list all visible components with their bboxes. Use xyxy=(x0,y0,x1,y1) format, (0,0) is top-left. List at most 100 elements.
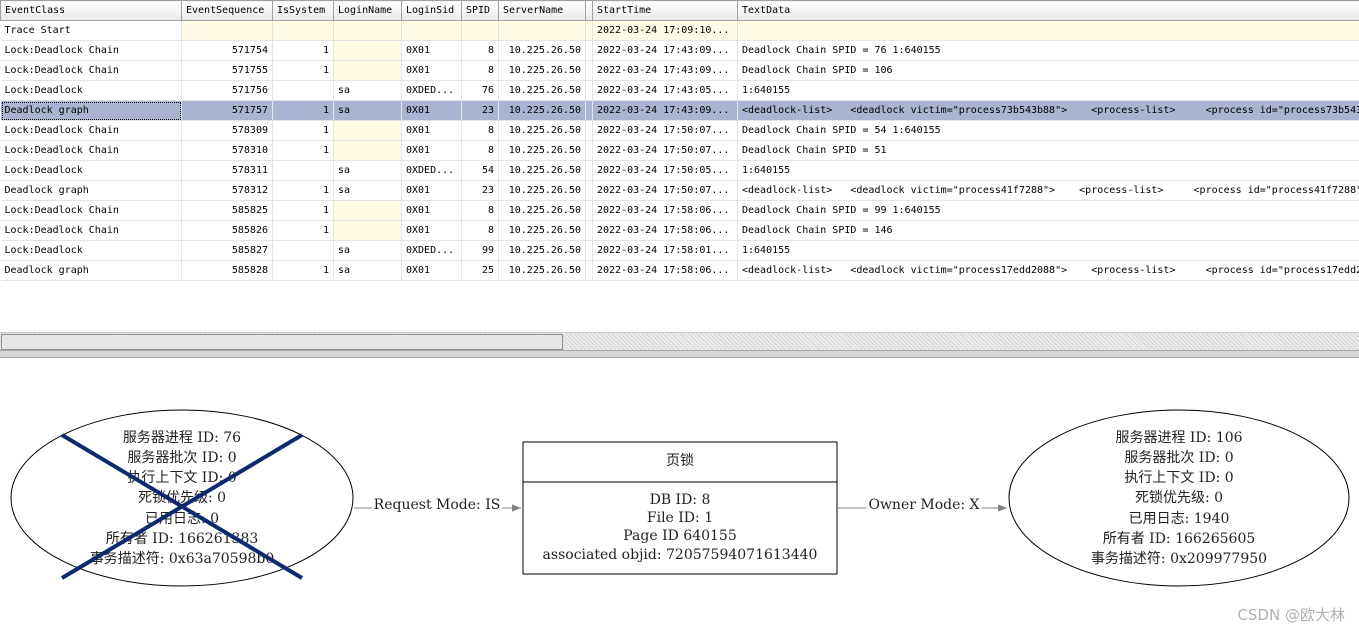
table-cell-seq xyxy=(181,20,273,41)
col-header-servername[interactable]: ServerName xyxy=(498,0,586,21)
table-cell-gap xyxy=(585,80,593,101)
victim-line: 服务器批次 ID: 0 xyxy=(127,450,236,466)
table-cell-spid: 8 xyxy=(461,40,499,61)
table-cell-sys: 1 xyxy=(272,220,334,241)
owner-line: 服务器批次 ID: 0 xyxy=(1124,450,1233,466)
table-cell-sys: 1 xyxy=(272,100,334,121)
table-cell-event: Lock:Deadlock Chain xyxy=(0,120,182,141)
table-cell-sys xyxy=(272,80,334,101)
table-cell-login: sa xyxy=(333,100,402,121)
table-cell-sid: 0X01 xyxy=(401,140,462,161)
table-cell-login: sa xyxy=(333,240,402,261)
table-cell-text: <deadlock-list> <deadlock victim="proces… xyxy=(737,180,1359,201)
table-cell-sys: 1 xyxy=(272,40,334,61)
table-cell-text: Deadlock Chain SPID = 99 1:640155 xyxy=(737,200,1359,221)
table-cell-login: sa xyxy=(333,160,402,181)
table-cell-gap xyxy=(585,40,593,61)
table-row[interactable]: Lock:Deadlock Chain 571755 1 0X01 8 10.225.26… xyxy=(0,60,1359,81)
table-cell-seq: 578311 xyxy=(181,160,273,181)
table-cell-start: 2022-03-24 17:43:09... xyxy=(592,40,738,61)
owner-line: 事务描述符: 0x209977950 xyxy=(1091,551,1267,567)
table-cell-gap xyxy=(585,240,593,261)
table-row[interactable]: Deadlock graph 585828 1 sa 0X01 25 10.225.26.5… xyxy=(0,260,1359,281)
table-cell-sys: 1 xyxy=(272,120,334,141)
table-cell-sid: 0X01 xyxy=(401,200,462,221)
horizontal-scrollbar[interactable] xyxy=(0,332,1359,350)
table-cell-seq: 585825 xyxy=(181,200,273,221)
trace-events-grid[interactable]: EventClass EventSequence IsSystem LoginN… xyxy=(0,0,1359,281)
table-row[interactable]: Trace Start 2022-03-24 17:09:10... xyxy=(0,20,1359,41)
table-cell-text: Deadlock Chain SPID = 76 1:640155 xyxy=(737,40,1359,61)
scrollbar-thumb[interactable] xyxy=(1,334,563,350)
table-cell-gap xyxy=(585,160,593,181)
table-row[interactable]: Deadlock graph 578312 1 sa 0X01 23 10.225.26.5… xyxy=(0,180,1359,201)
table-cell-gap xyxy=(585,220,593,241)
table-cell-login: sa xyxy=(333,260,402,281)
table-cell-seq: 578309 xyxy=(181,120,273,141)
table-row[interactable]: Deadlock graph 571757 1 sa 0X01 23 10.225.26.5… xyxy=(0,100,1359,121)
table-cell-server: 10.225.26.50 xyxy=(498,200,586,221)
table-row[interactable]: Lock:Deadlock Chain 578309 1 0X01 8 10.225.26… xyxy=(0,120,1359,141)
table-cell-sid: 0X01 xyxy=(401,100,462,121)
table-row[interactable]: Lock:Deadlock Chain 585825 1 0X01 8 10.225.26… xyxy=(0,200,1359,221)
table-cell-spid: 25 xyxy=(461,260,499,281)
table-cell-spid: 8 xyxy=(461,120,499,141)
table-row[interactable]: Lock:Deadlock 585827 sa 0XDED... 99 10.225.26… xyxy=(0,240,1359,261)
table-cell-start: 2022-03-24 17:58:06... xyxy=(592,220,738,241)
deadlock-graph: 服务器进程 ID: 76 服务器批次 ID: 0 执行上下文 ID: 0 死锁优… xyxy=(10,409,1350,587)
table-cell-server: 10.225.26.50 xyxy=(498,220,586,241)
col-header-eventsequence[interactable]: EventSequence xyxy=(181,0,273,21)
table-cell-server xyxy=(498,20,586,41)
table-cell-start: 2022-03-24 17:09:10... xyxy=(592,20,738,41)
table-cell-gap xyxy=(585,60,593,81)
victim-process-node[interactable]: 服务器进程 ID: 76 服务器批次 ID: 0 执行上下文 ID: 0 死锁优… xyxy=(10,409,354,587)
table-cell-start: 2022-03-24 17:50:05... xyxy=(592,160,738,181)
table-row[interactable]: Lock:Deadlock Chain 571754 1 0X01 8 10.225.26… xyxy=(0,40,1359,61)
table-cell-seq: 585826 xyxy=(181,220,273,241)
col-header-starttime[interactable]: StartTime xyxy=(592,0,738,21)
table-cell-sys xyxy=(272,20,334,41)
table-cell-sid: 0X01 xyxy=(401,260,462,281)
table-row[interactable]: Lock:Deadlock Chain 578310 1 0X01 8 10.225.26… xyxy=(0,140,1359,161)
col-header-eventclass[interactable]: EventClass xyxy=(0,0,182,21)
resource-title: 页锁 xyxy=(666,453,694,469)
col-header-loginname[interactable]: LoginName xyxy=(333,0,402,21)
owner-line: 服务器进程 ID: 106 xyxy=(1115,430,1242,446)
col-header-issystem[interactable]: IsSystem xyxy=(272,0,334,21)
col-header-textdata[interactable]: TextData xyxy=(737,0,1359,21)
table-cell-event: Deadlock graph xyxy=(0,180,182,201)
table-cell-login xyxy=(333,40,402,61)
table-cell-seq: 571754 xyxy=(181,40,273,61)
table-cell-sys: 1 xyxy=(272,180,334,201)
table-cell-start: 2022-03-24 17:43:05... xyxy=(592,80,738,101)
page-lock-resource-node[interactable]: 页锁 DB ID: 8 File ID: 1 Page ID 640155 as… xyxy=(522,441,838,575)
table-cell-sys: 1 xyxy=(272,200,334,221)
table-cell-server: 10.225.26.50 xyxy=(498,100,586,121)
resource-line: Page ID 640155 xyxy=(623,528,736,544)
table-cell-start: 2022-03-24 17:58:06... xyxy=(592,260,738,281)
table-cell-text: 1:640155 xyxy=(737,240,1359,261)
table-cell-gap xyxy=(585,200,593,221)
table-cell-text: Deadlock Chain SPID = 54 1:640155 xyxy=(737,120,1359,141)
table-cell-event: Lock:Deadlock xyxy=(0,80,182,101)
table-cell-event: Lock:Deadlock xyxy=(0,160,182,181)
request-mode-label: Request Mode: IS xyxy=(374,497,501,513)
table-cell-sid: 0XDED... xyxy=(401,240,462,261)
table-cell-sid: 0X01 xyxy=(401,40,462,61)
table-row[interactable]: Lock:Deadlock 571756 sa 0XDED... 76 10.225.26… xyxy=(0,80,1359,101)
owner-process-node[interactable]: 服务器进程 ID: 106 服务器批次 ID: 0 执行上下文 ID: 0 死锁… xyxy=(1008,409,1350,587)
table-cell-login xyxy=(333,200,402,221)
table-cell-text xyxy=(737,20,1359,41)
table-row[interactable]: Lock:Deadlock 578311 sa 0XDED... 54 10.225.26… xyxy=(0,160,1359,181)
col-header-loginsid[interactable]: LoginSid xyxy=(401,0,462,21)
table-cell-event: Deadlock graph xyxy=(0,260,182,281)
col-header-spid[interactable]: SPID xyxy=(461,0,499,21)
table-row[interactable]: Lock:Deadlock Chain 585826 1 0X01 8 10.225.26… xyxy=(0,220,1359,241)
table-cell-event: Lock:Deadlock Chain xyxy=(0,200,182,221)
table-cell-sid: 0X01 xyxy=(401,180,462,201)
table-cell-text: <deadlock-list> <deadlock victim="proces… xyxy=(737,260,1359,281)
victim-line: 事务描述符: 0x63a70598b0 xyxy=(90,551,275,567)
table-cell-spid: 8 xyxy=(461,140,499,161)
table-cell-seq: 571756 xyxy=(181,80,273,101)
col-header-truncated[interactable] xyxy=(585,0,593,21)
